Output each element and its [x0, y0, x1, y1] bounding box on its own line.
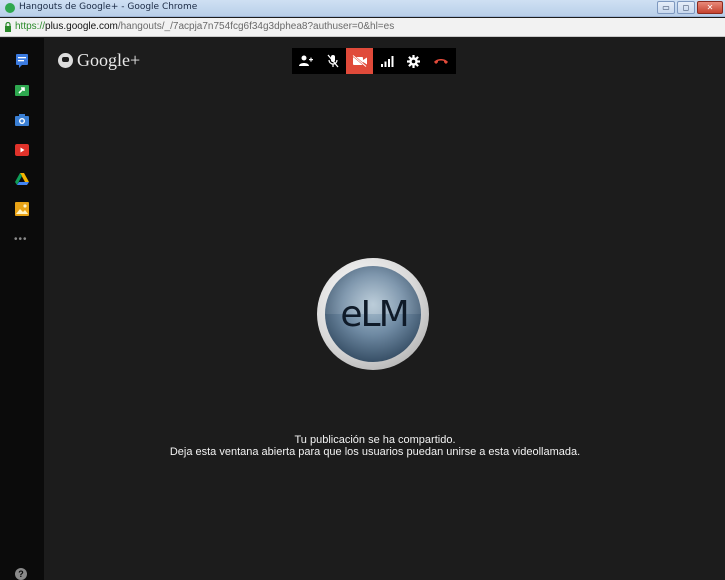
camera-icon[interactable] — [15, 113, 29, 127]
youtube-icon[interactable] — [15, 143, 29, 157]
url-scheme: https:// — [15, 21, 46, 32]
hangouts-quote-icon — [58, 53, 73, 68]
mute-mic-icon — [327, 54, 338, 68]
hang-up-button[interactable] — [427, 48, 454, 74]
hangouts-favicon-icon — [5, 3, 15, 13]
mute-mic-button[interactable] — [319, 48, 346, 74]
camera-off-button[interactable] — [346, 48, 373, 74]
camera-off-icon — [351, 55, 367, 67]
more-apps-button[interactable]: ••• — [14, 234, 28, 245]
screenshare-icon[interactable] — [15, 84, 29, 98]
bandwidth-button[interactable] — [373, 48, 400, 74]
maximize-button[interactable]: ◻ — [677, 1, 695, 14]
logo-label: Google+ — [77, 50, 141, 70]
address-bar[interactable]: https://plus.google.com/hangouts/_/7acpj… — [0, 18, 725, 37]
google-plus-logo: Google+ — [58, 50, 140, 71]
call-toolbar — [292, 48, 456, 74]
avatar-monogram: eLM — [340, 294, 409, 335]
url-path: /hangouts/_/7acpja7n754fcg6f34g3dphea8?a… — [117, 21, 395, 32]
hang-up-icon — [433, 59, 448, 64]
shared-confirmation-text: Tu publicación se ha compartido. — [294, 434, 456, 446]
app-sidebar: ••• ? — [0, 38, 44, 580]
participant-avatar: eLM — [317, 258, 429, 370]
settings-icon — [407, 54, 420, 68]
invite-people-button[interactable] — [292, 48, 319, 74]
chat-icon[interactable] — [15, 54, 29, 68]
url-text[interactable]: https://plus.google.com/hangouts/_/7acpj… — [15, 21, 394, 32]
help-icon[interactable]: ? — [15, 568, 27, 580]
bandwidth-icon — [380, 56, 393, 67]
window-controls: ▭ ◻ ✕ — [657, 1, 723, 14]
avatar-globe: eLM — [325, 266, 421, 362]
drive-icon[interactable] — [15, 172, 29, 186]
minimize-button[interactable]: ▭ — [657, 1, 675, 14]
settings-button[interactable] — [400, 48, 427, 74]
close-window-button[interactable]: ✕ — [697, 1, 723, 14]
url-host: plus.google.com — [45, 21, 118, 32]
keep-window-open-text: Deja esta ventana abierta para que los u… — [169, 446, 581, 458]
invite-people-icon — [298, 55, 313, 66]
lock-icon — [5, 22, 11, 32]
window-titlebar: Hangouts de Google+ - Google Chrome ▭ ◻ … — [0, 0, 725, 17]
photo-icon[interactable] — [15, 202, 29, 216]
window-title: Hangouts de Google+ - Google Chrome — [19, 2, 198, 12]
